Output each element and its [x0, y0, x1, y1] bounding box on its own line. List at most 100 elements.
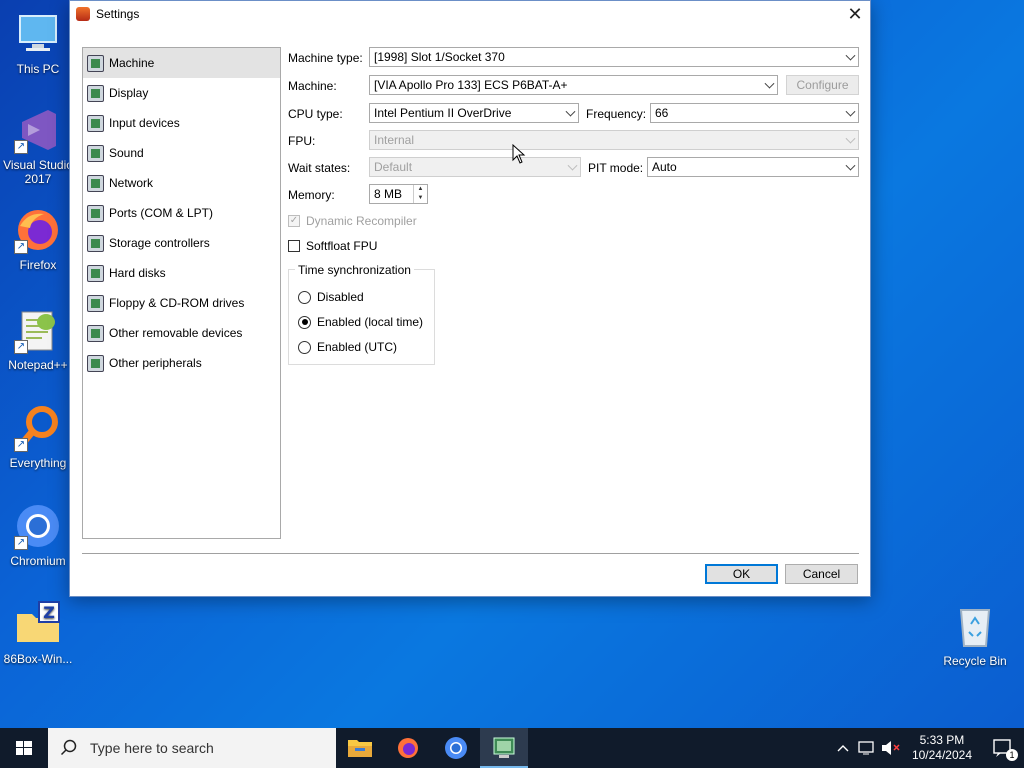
radio-label: Disabled — [317, 290, 364, 304]
taskbar-file-explorer[interactable] — [336, 728, 384, 768]
desktop-icon-label: Notepad++ — [8, 358, 68, 372]
frequency-label: Frequency: — [586, 107, 647, 121]
chevron-up-icon[interactable] — [832, 728, 854, 768]
time-sync-disabled-radio[interactable]: Disabled — [298, 290, 364, 304]
firefox-icon: ↗ — [14, 206, 62, 254]
svg-text:Z: Z — [43, 603, 55, 622]
nav-item-label: Sound — [109, 146, 144, 160]
notepadpp-icon: ↗ — [14, 306, 62, 354]
softfloat-fpu-checkbox[interactable]: Softfloat FPU — [288, 239, 377, 253]
nav-item-label: Machine — [109, 56, 155, 70]
nav-item-label: Other peripherals — [109, 356, 202, 370]
shortcut-arrow-icon: ↗ — [14, 140, 28, 154]
taskbar-86box[interactable] — [480, 728, 528, 768]
notification-center-button[interactable]: 1 — [982, 728, 1024, 768]
nav-item-storage-controllers[interactable]: Storage controllers — [83, 228, 280, 258]
desktop-icon-notepadpp[interactable]: ↗ Notepad++ — [0, 306, 76, 372]
mouse-cursor-icon — [512, 144, 526, 164]
time-sync-utc-radio[interactable]: Enabled (UTC) — [298, 340, 397, 354]
nav-item-other-removable[interactable]: Other removable devices — [83, 318, 280, 348]
nav-item-label: Input devices — [109, 116, 180, 130]
wait-states-label: Wait states: — [288, 161, 351, 175]
recycle-bin-icon — [951, 602, 999, 650]
chevron-down-icon — [845, 133, 856, 144]
desktop-icon-chromium[interactable]: ↗ Chromium — [0, 502, 76, 568]
computer-icon — [14, 10, 62, 58]
cpu-type-label: CPU type: — [288, 107, 343, 121]
nav-item-other-peripherals[interactable]: Other peripherals — [83, 348, 280, 378]
floppy-icon — [87, 294, 104, 312]
desktop-icon-label: Firefox — [19, 258, 57, 272]
increment-arrow-icon[interactable]: ▲ — [414, 185, 427, 194]
divider — [82, 553, 859, 554]
desktop-icon-recycle-bin[interactable]: Recycle Bin — [937, 602, 1013, 668]
chromium-icon: ↗ — [14, 502, 62, 550]
keyboard-icon — [87, 114, 104, 132]
cpu-type-select[interactable]: Intel Pentium II OverDrive — [369, 103, 579, 123]
windows-logo-icon — [16, 741, 32, 755]
storage-icon — [87, 234, 104, 252]
chevron-down-icon — [565, 106, 576, 117]
time-sync-local-radio[interactable]: Enabled (local time) — [298, 315, 423, 329]
nav-item-label: Storage controllers — [109, 236, 210, 250]
taskbar-chromium[interactable] — [432, 728, 480, 768]
nav-item-floppy-cdrom[interactable]: Floppy & CD-ROM drives — [83, 288, 280, 318]
chevron-down-icon — [845, 106, 856, 117]
cancel-button[interactable]: Cancel — [785, 564, 858, 584]
86box-icon — [493, 737, 515, 758]
ok-button[interactable]: OK — [705, 564, 778, 584]
desktop-icon-this-pc[interactable]: This PC — [0, 10, 76, 76]
memory-spinbox[interactable]: 8 MB ▲ ▼ — [369, 184, 428, 204]
machine-value: [VIA Apollo Pro 133] ECS P6BAT-A+ — [374, 78, 568, 92]
system-tray: 5:33 PM 10/24/2024 1 — [832, 728, 1024, 768]
radio-indicator — [298, 340, 311, 354]
window-titlebar[interactable]: Settings ✕ — [70, 1, 870, 27]
nav-item-machine[interactable]: Machine — [83, 48, 280, 78]
frequency-value: 66 — [655, 106, 669, 120]
nav-item-sound[interactable]: Sound — [83, 138, 280, 168]
desktop-icon-firefox[interactable]: ↗ Firefox — [0, 206, 76, 272]
taskbar-firefox[interactable] — [384, 728, 432, 768]
taskbar-search-box[interactable]: Type here to search — [48, 728, 336, 768]
nav-item-display[interactable]: Display — [83, 78, 280, 108]
nav-item-network[interactable]: Network — [83, 168, 280, 198]
radio-label: Enabled (local time) — [317, 315, 424, 329]
settings-category-list: Machine Display Input devices Sound Netw… — [82, 47, 281, 539]
desktop-icon-visual-studio[interactable]: ↗ Visual Studio 2017 — [0, 106, 76, 186]
search-icon — [60, 739, 77, 756]
shortcut-arrow-icon: ↗ — [14, 536, 28, 550]
pit-mode-select[interactable]: Auto — [647, 157, 859, 177]
taskbar: Type here to search 5:33 PM 10/24/2024 1 — [0, 728, 1024, 768]
decrement-arrow-icon[interactable]: ▼ — [414, 194, 427, 203]
network-status-icon[interactable] — [854, 728, 878, 768]
fpu-select[interactable]: Internal — [369, 130, 859, 150]
machine-select[interactable]: [VIA Apollo Pro 133] ECS P6BAT-A+ — [369, 75, 778, 95]
close-button[interactable]: ✕ — [840, 1, 870, 27]
notification-count-badge: 1 — [1006, 749, 1018, 761]
volume-muted-icon[interactable] — [878, 728, 902, 768]
app-86box-icon — [76, 7, 90, 21]
machine-type-select[interactable]: [1998] Slot 1/Socket 370 — [369, 47, 859, 67]
radio-label: Enabled (UTC) — [317, 340, 398, 354]
memory-stepper[interactable]: ▲ ▼ — [413, 185, 427, 203]
start-button[interactable] — [0, 728, 48, 768]
nav-item-input-devices[interactable]: Input devices — [83, 108, 280, 138]
desktop-icon-label: This PC — [16, 62, 60, 76]
configure-button[interactable]: Configure — [786, 75, 859, 95]
desktop-icon-86box-folder[interactable]: Z 86Box-Win... — [0, 600, 76, 666]
pit-mode-label: PIT mode: — [588, 161, 644, 175]
nav-item-ports[interactable]: Ports (COM & LPT) — [83, 198, 280, 228]
desktop-icon-everything[interactable]: ↗ Everything — [0, 404, 76, 470]
nav-item-label: Ports (COM & LPT) — [109, 206, 214, 220]
window-title: Settings — [96, 7, 140, 21]
notification-icon — [993, 739, 1011, 757]
file-explorer-icon — [348, 740, 372, 757]
chevron-down-icon — [567, 160, 578, 171]
wait-states-select[interactable]: Default — [369, 157, 581, 177]
nav-item-hard-disks[interactable]: Hard disks — [83, 258, 280, 288]
shortcut-arrow-icon: ↗ — [14, 340, 28, 354]
dynamic-recompiler-checkbox[interactable]: ✓ Dynamic Recompiler — [288, 214, 417, 228]
taskbar-clock[interactable]: 5:33 PM 10/24/2024 — [912, 733, 972, 763]
frequency-select[interactable]: 66 — [650, 103, 859, 123]
machine-type-label: Machine type: — [288, 51, 363, 65]
